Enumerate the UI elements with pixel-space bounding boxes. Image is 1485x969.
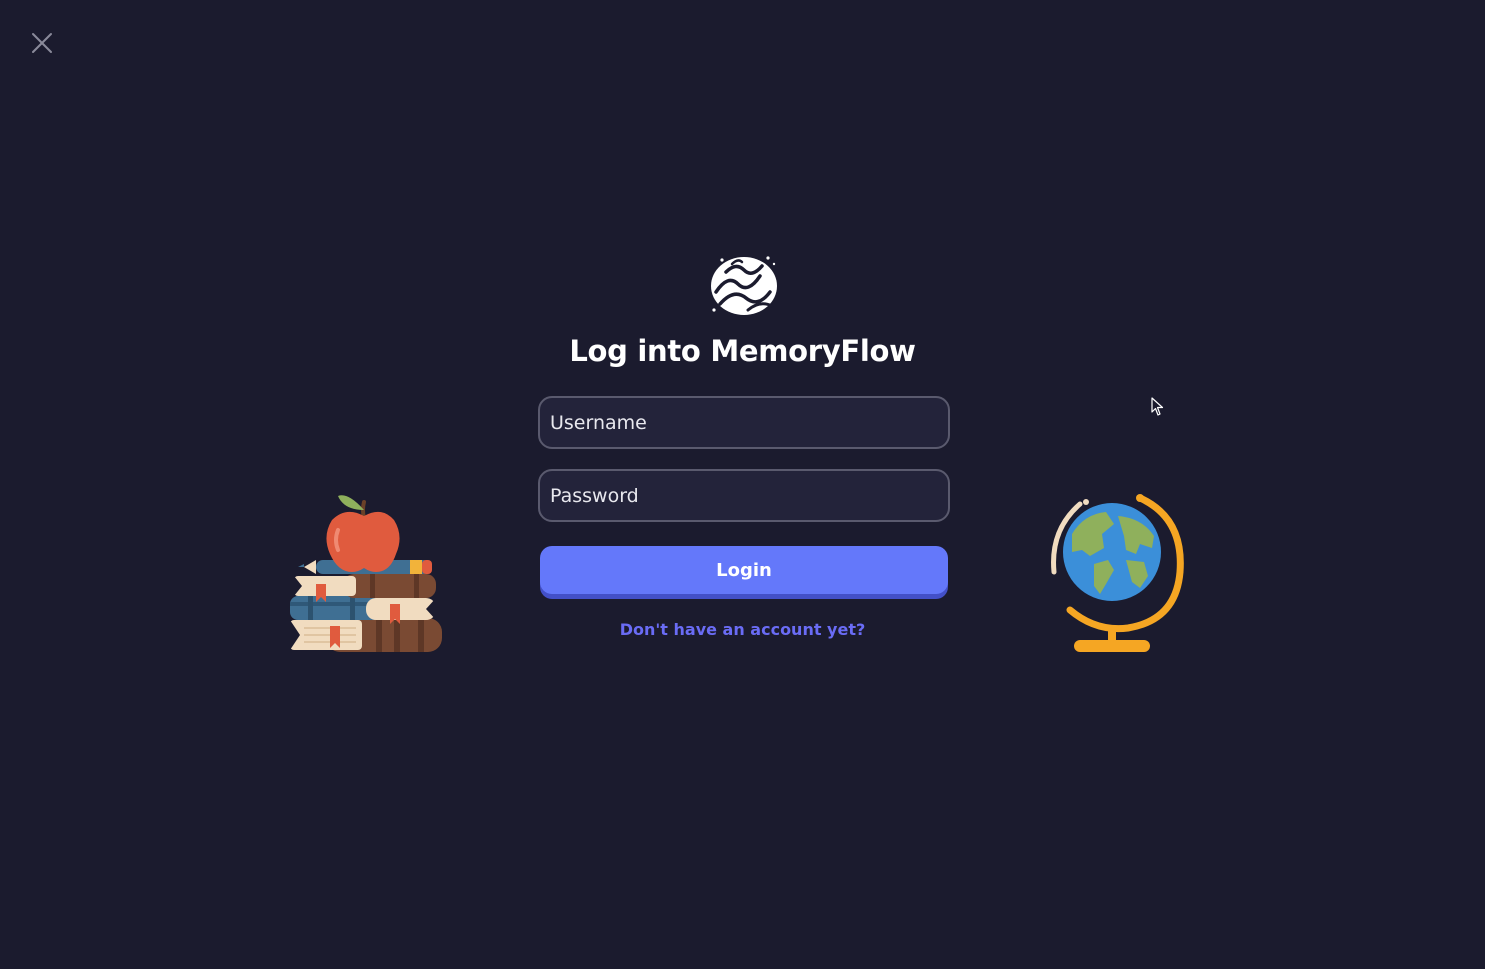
- globe-icon: [1051, 494, 1184, 652]
- password-input[interactable]: [538, 469, 950, 522]
- login-button[interactable]: Login: [540, 546, 948, 594]
- books-apple-icon: [290, 495, 442, 652]
- page-title: Log into MemoryFlow: [569, 334, 916, 368]
- brain-logo-icon: [711, 256, 777, 315]
- signup-link-wrap: Don't have an account yet?: [0, 620, 1485, 639]
- close-icon: [32, 33, 52, 53]
- username-input[interactable]: [538, 396, 950, 449]
- signup-link[interactable]: Don't have an account yet?: [620, 620, 866, 639]
- close-button[interactable]: [30, 31, 54, 55]
- mouse-pointer-icon: [1151, 397, 1164, 416]
- login-page: Log into MemoryFlow Login Don't have an …: [0, 0, 1485, 969]
